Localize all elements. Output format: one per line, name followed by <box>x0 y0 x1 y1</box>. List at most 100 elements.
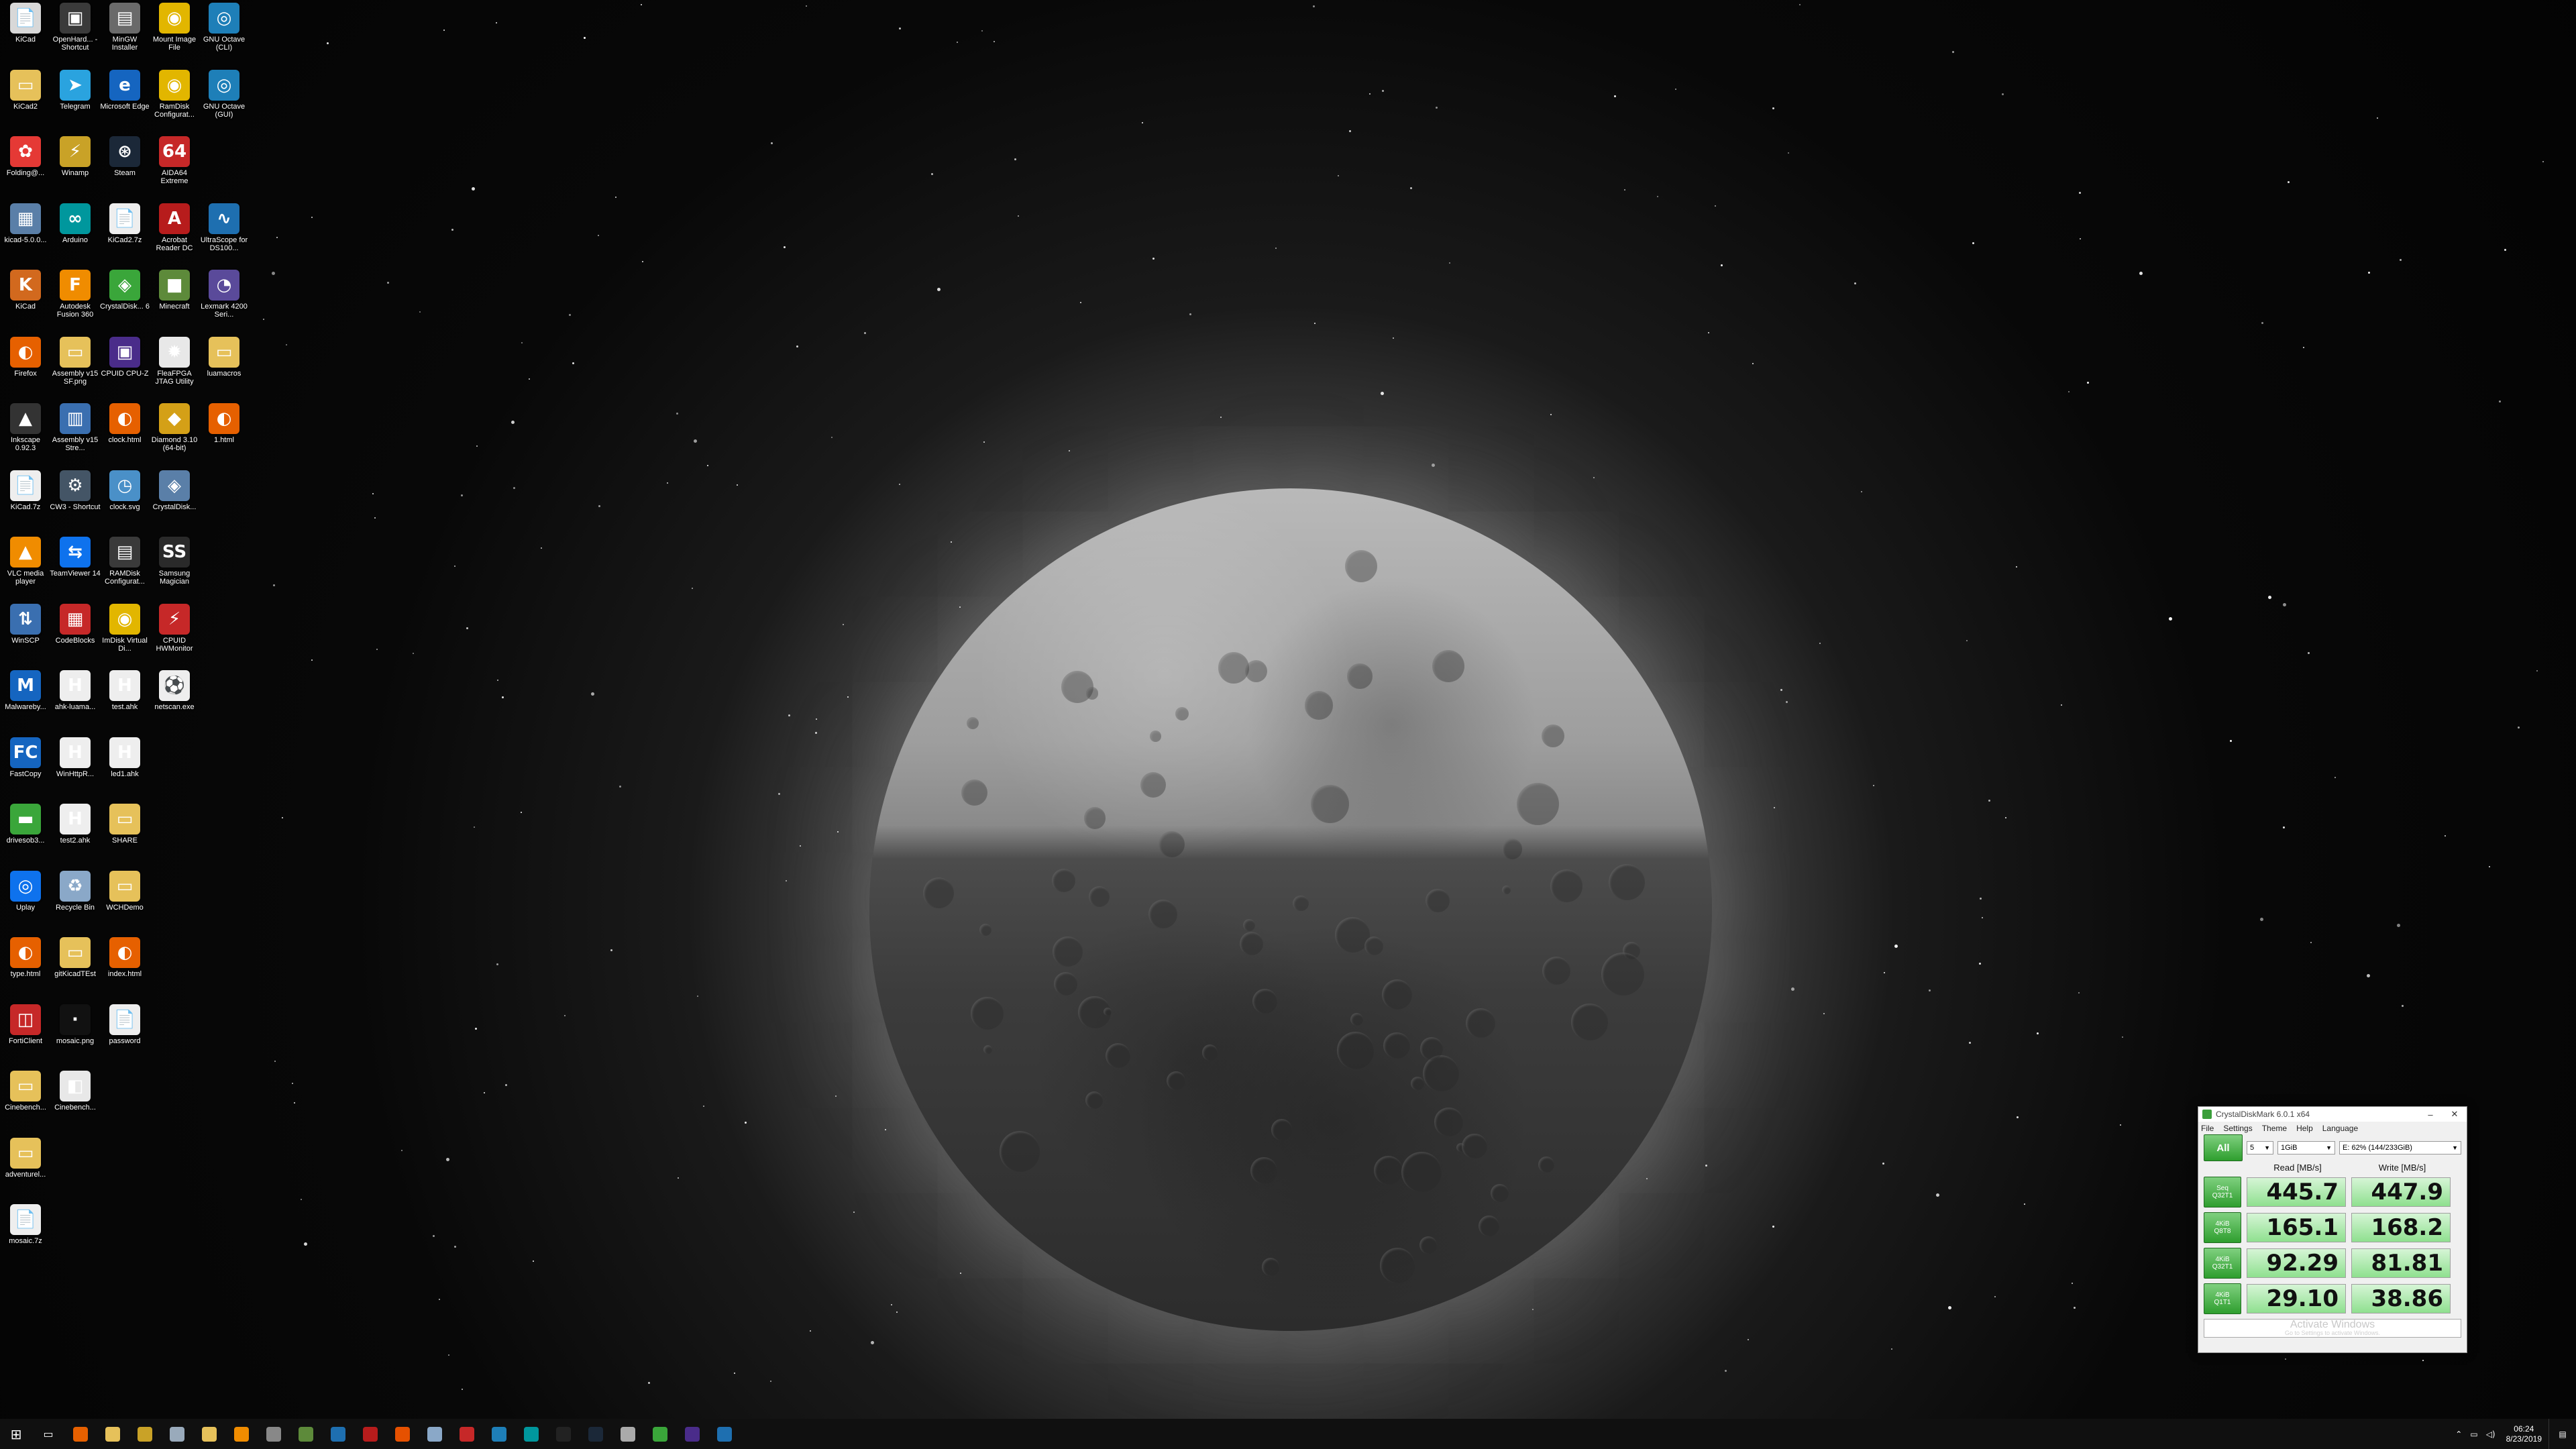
desktop-icon[interactable]: 📄 password <box>99 1004 150 1069</box>
taskbar-app-acrobat[interactable] <box>354 1419 386 1449</box>
taskbar-app-steam[interactable] <box>419 1419 451 1449</box>
action-center-icon[interactable]: ▤ <box>2548 1419 2576 1449</box>
desktop-icon[interactable]: ▭ SHARE <box>99 804 150 868</box>
desktop-icon[interactable]: ➤ Telegram <box>50 69 101 134</box>
desktop-icon[interactable]: ▤ MinGW Installer <box>99 3 150 67</box>
taskbar-app-minecraft[interactable] <box>290 1419 322 1449</box>
desktop-icon[interactable]: A Acrobat Reader DC <box>149 203 200 268</box>
taskbar-app-octave[interactable] <box>483 1419 515 1449</box>
minimize-button[interactable]: – <box>2418 1110 2443 1120</box>
desktop-icon[interactable]: ■ Minecraft <box>149 270 200 334</box>
desktop-icon[interactable]: ◈ CrystalDisk... 6 <box>99 270 150 334</box>
desktop-icon[interactable]: ▬ drivesob3... <box>0 804 51 868</box>
menu-file[interactable]: File <box>2201 1124 2214 1133</box>
test-button[interactable]: 4KiB Q1T1 <box>2204 1283 2241 1314</box>
desktop-icon[interactable]: ⇅ WinSCP <box>0 603 51 668</box>
desktop-icon[interactable]: ▭ Assembly v15 SF.png <box>50 336 101 401</box>
desktop-icon[interactable]: Htest2.ahk <box>50 804 101 868</box>
desktop-icon[interactable]: ⇆ TeamViewer 14 <box>50 537 101 601</box>
desktop-icon[interactable]: ▭ adventurel... <box>0 1137 51 1202</box>
desktop-icon[interactable]: F Autodesk Fusion 360 <box>50 270 101 334</box>
desktop-icon[interactable]: ◧ Cinebench... <box>50 1071 101 1135</box>
network-icon[interactable]: ▭ <box>2470 1430 2477 1439</box>
desktop-icon[interactable]: ◎ Uplay <box>0 870 51 935</box>
clock[interactable]: 06:24 8/23/2019 <box>2506 1424 2542 1444</box>
desktop-icon[interactable]: ⚡ Winamp <box>50 136 101 201</box>
menu-settings[interactable]: Settings <box>2223 1124 2252 1133</box>
desktop-icon[interactable]: ◉ ImDisk Virtual Di... <box>99 603 150 668</box>
desktop-icon[interactable]: e Microsoft Edge <box>99 69 150 134</box>
desktop-icon[interactable]: Hled1.ahk <box>99 737 150 802</box>
test-count-select[interactable]: 5 ▼ <box>2247 1141 2273 1155</box>
desktop-icon[interactable]: ◈ CrystalDisk... <box>149 470 200 535</box>
desktop-icon[interactable]: ▤ RAMDisk Configurat... <box>99 537 150 601</box>
taskbar-app-notepad[interactable] <box>161 1419 193 1449</box>
desktop-icon[interactable]: ▭ KiCad2 <box>0 69 51 134</box>
desktop-icon[interactable]: ▭ Cinebench... <box>0 1071 51 1135</box>
desktop-icon[interactable]: 📄 KiCad2.7z <box>99 203 150 268</box>
taskbar-app-arduino[interactable] <box>515 1419 547 1449</box>
task-view-button[interactable]: ▭ <box>32 1419 64 1449</box>
taskbar-app-crystaldiskmark[interactable] <box>644 1419 676 1449</box>
desktop-icon[interactable]: ▲ Inkscape 0.92.3 <box>0 403 51 468</box>
comment-field[interactable]: Activate Windows Go to Settings to activ… <box>2204 1319 2461 1338</box>
desktop-icon[interactable]: 64 AIDA64 Extreme <box>149 136 200 201</box>
desktop-icon[interactable]: ✹ FleaFPGA JTAG Utility <box>149 336 200 401</box>
desktop-icon[interactable]: M Malwareby... <box>0 670 51 735</box>
desktop-icon[interactable]: ⊛ Steam <box>99 136 150 201</box>
desktop-icon[interactable]: ◎ GNU Octave (CLI) <box>199 3 250 67</box>
menu-theme[interactable]: Theme <box>2262 1124 2287 1133</box>
desktop-icon[interactable]: 📄 KiCad <box>0 3 51 67</box>
test-button[interactable]: 4KiB Q32T1 <box>2204 1247 2241 1279</box>
desktop-icon[interactable]: ▦ kicad-5.0.0... <box>0 203 51 268</box>
desktop-icon[interactable]: 📄 mosaic.7z <box>0 1204 51 1269</box>
taskbar-app-file-explorer[interactable] <box>97 1419 129 1449</box>
menu-language[interactable]: Language <box>2322 1124 2358 1133</box>
desktop-icon[interactable]: ▭ luamacros <box>199 336 250 401</box>
desktop-icon[interactable]: H WinHttpR... <box>50 737 101 802</box>
desktop-icon[interactable]: ✿ Folding@... <box>0 136 51 201</box>
desktop-icon[interactable]: ▲ VLC media player <box>0 537 51 601</box>
desktop-icon[interactable]: ▥ Assembly v15 Stre... <box>50 403 101 468</box>
desktop-icon[interactable]: ∞ Arduino <box>50 203 101 268</box>
taskbar-app-app-blue[interactable] <box>322 1419 354 1449</box>
taskbar-app-fusion[interactable] <box>225 1419 258 1449</box>
test-button[interactable]: Seq Q32T1 <box>2204 1176 2241 1208</box>
desktop-icon[interactable]: ◔ Lexmark 4200 Seri... <box>199 270 250 334</box>
desktop-icon[interactable]: ◉ RamDisk Configurat... <box>149 69 200 134</box>
desktop-icon[interactable]: ▣ CPUID CPU-Z <box>99 336 150 401</box>
desktop-icon[interactable]: ∿ UltraScope for DS100... <box>199 203 250 268</box>
desktop-icon[interactable]: Hahk-luama... <box>50 670 101 735</box>
desktop-icon[interactable]: ◐ Firefox <box>0 336 51 401</box>
desktop-icon[interactable]: 📄 KiCad.7z <box>0 470 51 535</box>
desktop-icon[interactable]: ◎ GNU Octave (GUI) <box>199 69 250 134</box>
taskbar-app-scope[interactable] <box>708 1419 741 1449</box>
taskbar-app-explorer2[interactable] <box>193 1419 225 1449</box>
test-size-select[interactable]: 1GiB ▼ <box>2277 1141 2335 1155</box>
desktop-icon[interactable]: ◐ 1.html <box>199 403 250 468</box>
desktop-icon[interactable]: ♻ Recycle Bin <box>50 870 101 935</box>
taskbar-app-network[interactable] <box>258 1419 290 1449</box>
window-titlebar[interactable]: CrystalDiskMark 6.0.1 x64 – ✕ <box>2198 1107 2467 1122</box>
taskbar-app-winamp[interactable] <box>129 1419 161 1449</box>
taskbar-app-x-app[interactable] <box>386 1419 419 1449</box>
taskbar-app-firefox[interactable] <box>64 1419 97 1449</box>
desktop-icon[interactable]: K KiCad <box>0 270 51 334</box>
start-button[interactable]: ⊞ <box>0 1419 32 1449</box>
desktop-icon[interactable]: ◐ index.html <box>99 937 150 1002</box>
desktop-icon[interactable]: ▭ gitKicadTEst <box>50 937 101 1002</box>
desktop-icon[interactable]: ◐ type.html <box>0 937 51 1002</box>
crystaldiskmark-window[interactable]: CrystalDiskMark 6.0.1 x64 – ✕ File Setti… <box>2198 1106 2467 1353</box>
taskbar-app-cpu-z[interactable] <box>676 1419 708 1449</box>
desktop-icon[interactable]: FC FastCopy <box>0 737 51 802</box>
desktop-icon[interactable]: ◆ Diamond 3.10 (64-bit) <box>149 403 200 468</box>
desktop-icon[interactable]: ▭ WCHDemo <box>99 870 150 935</box>
taskbar-app-terminal[interactable] <box>547 1419 580 1449</box>
desktop-icon[interactable]: ◫ FortiClient <box>0 1004 51 1069</box>
taskbar-app-steam2[interactable] <box>580 1419 612 1449</box>
desktop-icon[interactable]: ▣ OpenHard... - Shortcut <box>50 3 101 67</box>
drive-select[interactable]: E: 62% (144/233GiB) ▼ <box>2339 1141 2461 1155</box>
desktop-icon[interactable]: ⚙ CW3 - Shortcut <box>50 470 101 535</box>
desktop-icon[interactable]: Htest.ahk <box>99 670 150 735</box>
close-button[interactable]: ✕ <box>2443 1109 2467 1120</box>
